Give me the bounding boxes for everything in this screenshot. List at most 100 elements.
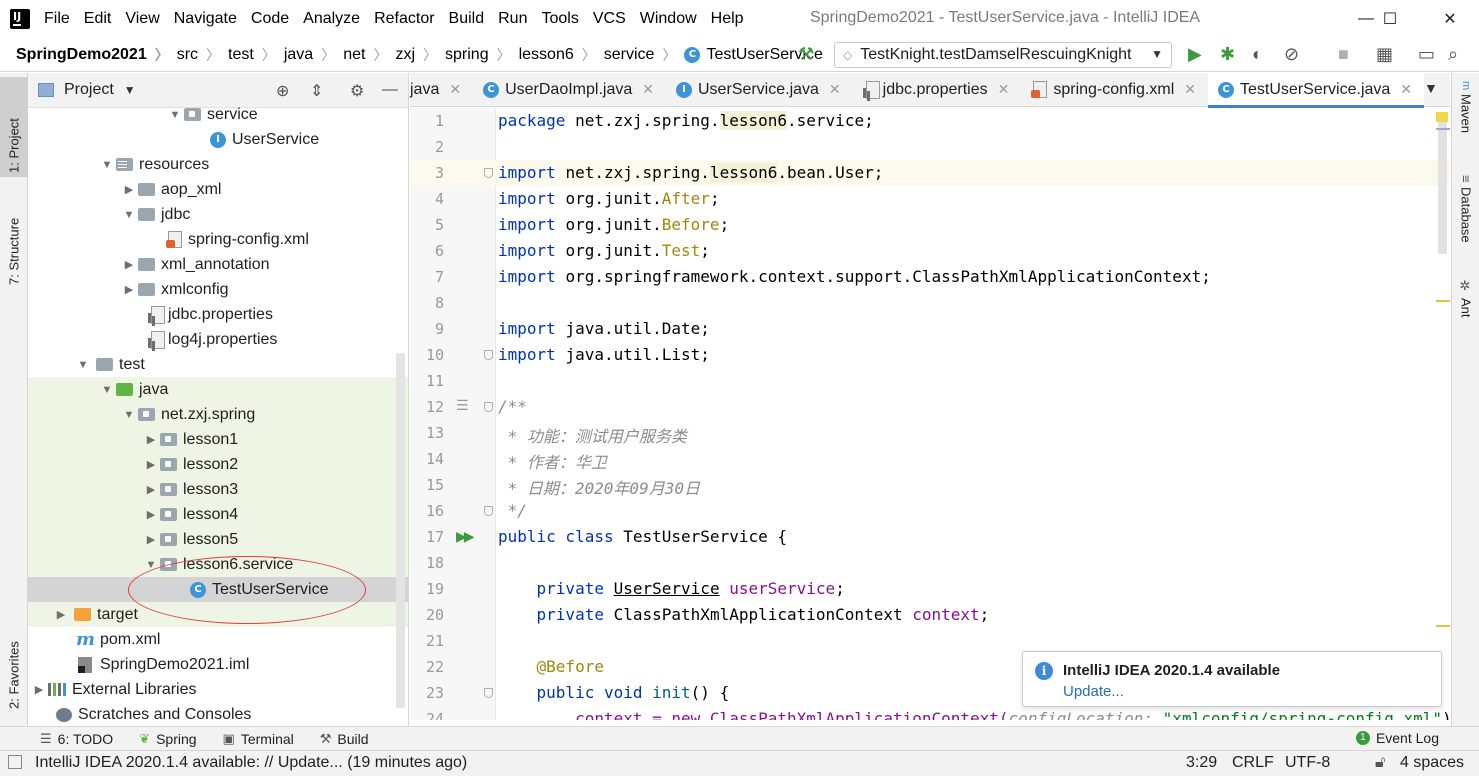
menu-window[interactable]: Window [640, 10, 697, 28]
tab-spring-config-xml[interactable]: spring-config.xml ✕ [1021, 73, 1208, 107]
analysis-status-icon[interactable] [1436, 112, 1448, 122]
show-all-tabs-icon[interactable]: ▼ [1424, 80, 1438, 96]
tree-item-userservice[interactable]: I UserService [28, 127, 408, 152]
spring-tool-button[interactable]: ❦ Spring [139, 731, 196, 747]
todo-tool-button[interactable]: ☰ 6: TODO [40, 731, 113, 747]
gear-icon[interactable]: ⚙ [350, 81, 364, 101]
tab-jdbc-properties[interactable]: jdbc.properties ✕ [853, 73, 1022, 107]
breadcrumb-net[interactable]: net 〉 [343, 45, 395, 65]
favorites-tool-tab[interactable]: 2: Favorites [0, 613, 28, 713]
breadcrumb-src[interactable]: src 〉 [177, 45, 228, 65]
menu-build[interactable]: Build [449, 10, 485, 28]
caret-position[interactable]: 3:29 [1186, 754, 1217, 772]
tree-item-iml[interactable]: SpringDemo2021.iml [28, 652, 408, 677]
close-icon[interactable]: ✕ [829, 81, 841, 98]
project-view-title[interactable]: Project [64, 81, 114, 99]
tree-item-lesson4[interactable]: ▶ lesson4 [28, 502, 408, 527]
tab-userservice[interactable]: I UserService.java ✕ [666, 73, 853, 107]
run-test-class-icon[interactable]: ▶▶ [456, 528, 474, 545]
tree-item-lesson3[interactable]: ▶ lesson3 [28, 477, 408, 502]
breadcrumb-lesson6[interactable]: lesson6 〉 [519, 45, 604, 65]
lock-icon[interactable]: 🔓︎ [1375, 754, 1385, 772]
event-log-button[interactable]: 1 Event Log [1355, 730, 1439, 746]
breadcrumb-project[interactable]: SpringDemo2021 〉 [16, 45, 177, 65]
ant-tool-tab[interactable]: ✲ Ant [1454, 279, 1478, 329]
breadcrumb-test[interactable]: test 〉 [228, 45, 284, 65]
maximize-button[interactable]: ☐ [1367, 0, 1413, 38]
tree-item-net-zxj-spring[interactable]: ▼ net.zxj.spring [28, 402, 408, 427]
close-icon[interactable]: ✕ [449, 81, 461, 98]
debug-icon[interactable]: ✱ [1220, 44, 1235, 65]
tree-item-lesson1[interactable]: ▶ lesson1 [28, 427, 408, 452]
code-editor[interactable]: 1 package net.zxj.spring.lesson6.service;… [410, 108, 1450, 720]
tree-item-pom-xml[interactable]: m pom.xml [28, 627, 408, 652]
tree-item-spring-config-xml[interactable]: spring-config.xml [28, 227, 408, 252]
menu-view[interactable]: View [125, 10, 159, 28]
menu-vcs[interactable]: VCS [593, 10, 626, 28]
tab-java[interactable]: java ✕ [410, 73, 473, 107]
tree-item-resources[interactable]: ▼ resources [28, 152, 408, 177]
error-stripe-mark[interactable] [1436, 128, 1450, 130]
menu-navigate[interactable]: Navigate [174, 10, 237, 28]
tree-scrollbar[interactable] [396, 353, 405, 708]
terminal-tool-button[interactable]: ▣ Terminal [223, 731, 294, 747]
fold-icon[interactable] [484, 168, 493, 178]
collapse-all-icon[interactable]: ⇕ [310, 81, 323, 101]
file-encoding[interactable]: UTF-8 [1285, 754, 1330, 772]
profiler-icon[interactable]: ⊘ [1284, 44, 1299, 65]
close-icon[interactable]: ✕ [1184, 81, 1196, 98]
fold-icon[interactable] [484, 402, 493, 412]
warning-stripe-mark[interactable] [1436, 300, 1450, 302]
menu-edit[interactable]: Edit [84, 10, 112, 28]
tree-item-external-libraries[interactable]: ▶ External Libraries [28, 677, 408, 702]
close-icon[interactable]: ✕ [998, 81, 1010, 98]
locate-icon[interactable]: ⊕ [276, 81, 289, 101]
fold-icon[interactable] [484, 688, 493, 698]
close-icon[interactable]: ✕ [1400, 81, 1412, 98]
line-separator[interactable]: CRLF [1232, 754, 1274, 772]
breadcrumb-service[interactable]: service 〉 [604, 45, 685, 65]
menu-run[interactable]: Run [498, 10, 527, 28]
tree-item-lesson2[interactable]: ▶ lesson2 [28, 452, 408, 477]
fold-icon[interactable] [484, 350, 493, 360]
tree-item-xmlconfig[interactable]: ▶ xmlconfig [28, 277, 408, 302]
breadcrumb-zxj[interactable]: zxj 〉 [395, 45, 445, 65]
build-tool-button[interactable]: ⚒ Build [320, 731, 369, 747]
menu-code[interactable]: Code [251, 10, 289, 28]
editor-scrollbar[interactable] [1438, 114, 1447, 254]
stop-icon[interactable]: ■ [1338, 44, 1349, 65]
tab-testuserservice[interactable]: C TestUserService.java ✕ [1208, 72, 1425, 108]
status-message[interactable]: IntelliJ IDEA 2020.1.4 available: // Upd… [35, 754, 467, 772]
intellij-logo-icon[interactable]: IJ [10, 9, 30, 29]
tree-item-aop-xml[interactable]: ▶ aop_xml [28, 177, 408, 202]
window-layout-icon[interactable]: ▭ [1418, 44, 1435, 65]
breadcrumb-spring[interactable]: spring 〉 [445, 45, 519, 65]
menu-file[interactable]: File [44, 10, 70, 28]
menu-analyze[interactable]: Analyze [303, 10, 360, 28]
close-icon[interactable]: ✕ [642, 81, 654, 98]
database-tool-tab[interactable]: ≡ Database [1454, 175, 1478, 265]
fold-icon[interactable] [484, 506, 493, 516]
run-configuration-select[interactable]: ◇ TestKnight.testDamselRescuingKnight ▼ [834, 42, 1172, 68]
tool-windows-toggle-icon[interactable] [8, 755, 22, 769]
tree-item-test[interactable]: ▼ test [28, 352, 408, 377]
doc-render-icon[interactable]: ☰ [456, 397, 469, 414]
project-tool-tab[interactable]: 1: Project [0, 77, 28, 177]
menu-help[interactable]: Help [711, 10, 744, 28]
maven-tool-tab[interactable]: m Maven [1454, 81, 1478, 153]
build-hammer-icon[interactable]: ⚒ [798, 44, 814, 65]
tree-item-test-java[interactable]: ▼ java [28, 377, 408, 402]
close-window-button[interactable]: ✕ [1427, 0, 1473, 38]
menu-refactor[interactable]: Refactor [374, 10, 434, 28]
chevron-down-icon[interactable]: ▼ [124, 83, 136, 97]
structure-tool-tab[interactable]: 7: Structure [0, 185, 28, 289]
tree-item-service[interactable]: ▼ service [28, 102, 408, 127]
tree-item-jdbc-properties[interactable]: jdbc.properties [28, 302, 408, 327]
project-structure-icon[interactable]: ▦ [1376, 44, 1393, 65]
tab-userdaoimpl[interactable]: C UserDaoImpl.java ✕ [473, 73, 666, 107]
hide-icon[interactable]: — [382, 81, 398, 99]
update-link[interactable]: Update... [1063, 683, 1124, 700]
warning-stripe-mark[interactable] [1436, 625, 1450, 627]
tree-item-lesson5[interactable]: ▶ lesson5 [28, 527, 408, 552]
menu-tools[interactable]: Tools [541, 10, 578, 28]
